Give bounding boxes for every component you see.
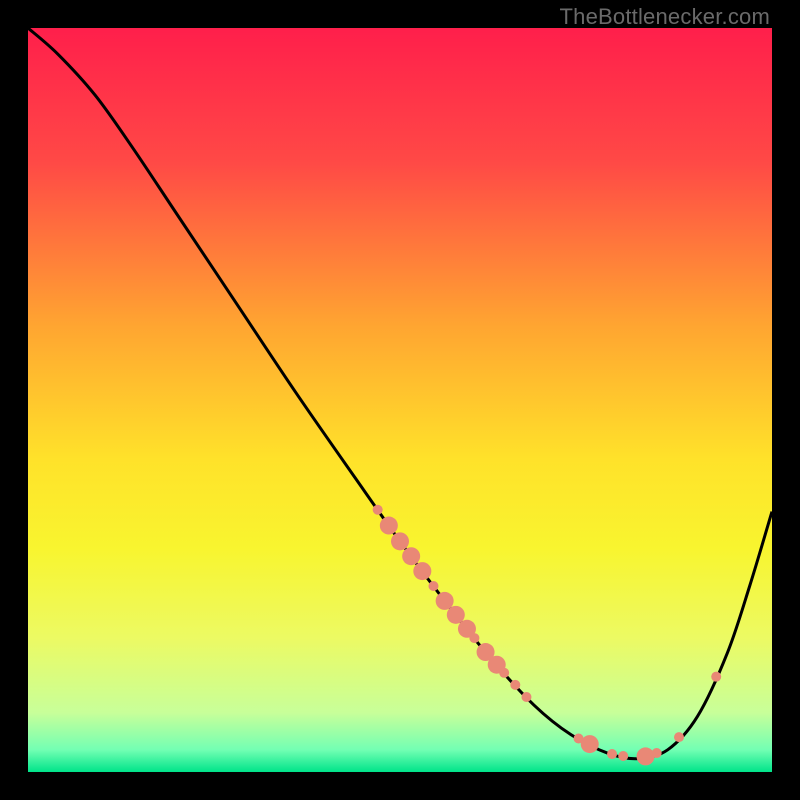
curve-marker — [510, 680, 520, 690]
chart-frame — [28, 28, 772, 772]
curve-marker — [402, 547, 420, 565]
chart-svg — [28, 28, 772, 772]
gradient-background — [28, 28, 772, 772]
curve-marker — [380, 517, 398, 535]
curve-marker — [607, 749, 617, 759]
curve-marker — [499, 668, 509, 678]
curve-marker — [581, 735, 599, 753]
curve-marker — [652, 748, 662, 758]
curve-marker — [413, 562, 431, 580]
curve-marker — [469, 633, 479, 643]
curve-marker — [637, 747, 655, 765]
curve-marker — [373, 505, 383, 515]
watermark-text: TheBottlenecker.com — [560, 4, 770, 30]
curve-marker — [521, 692, 531, 702]
curve-marker — [618, 751, 628, 761]
curve-marker — [428, 581, 438, 591]
curve-marker — [711, 672, 721, 682]
curve-marker — [391, 532, 409, 550]
curve-marker — [674, 732, 684, 742]
curve-marker — [447, 606, 465, 624]
curve-marker — [436, 592, 454, 610]
